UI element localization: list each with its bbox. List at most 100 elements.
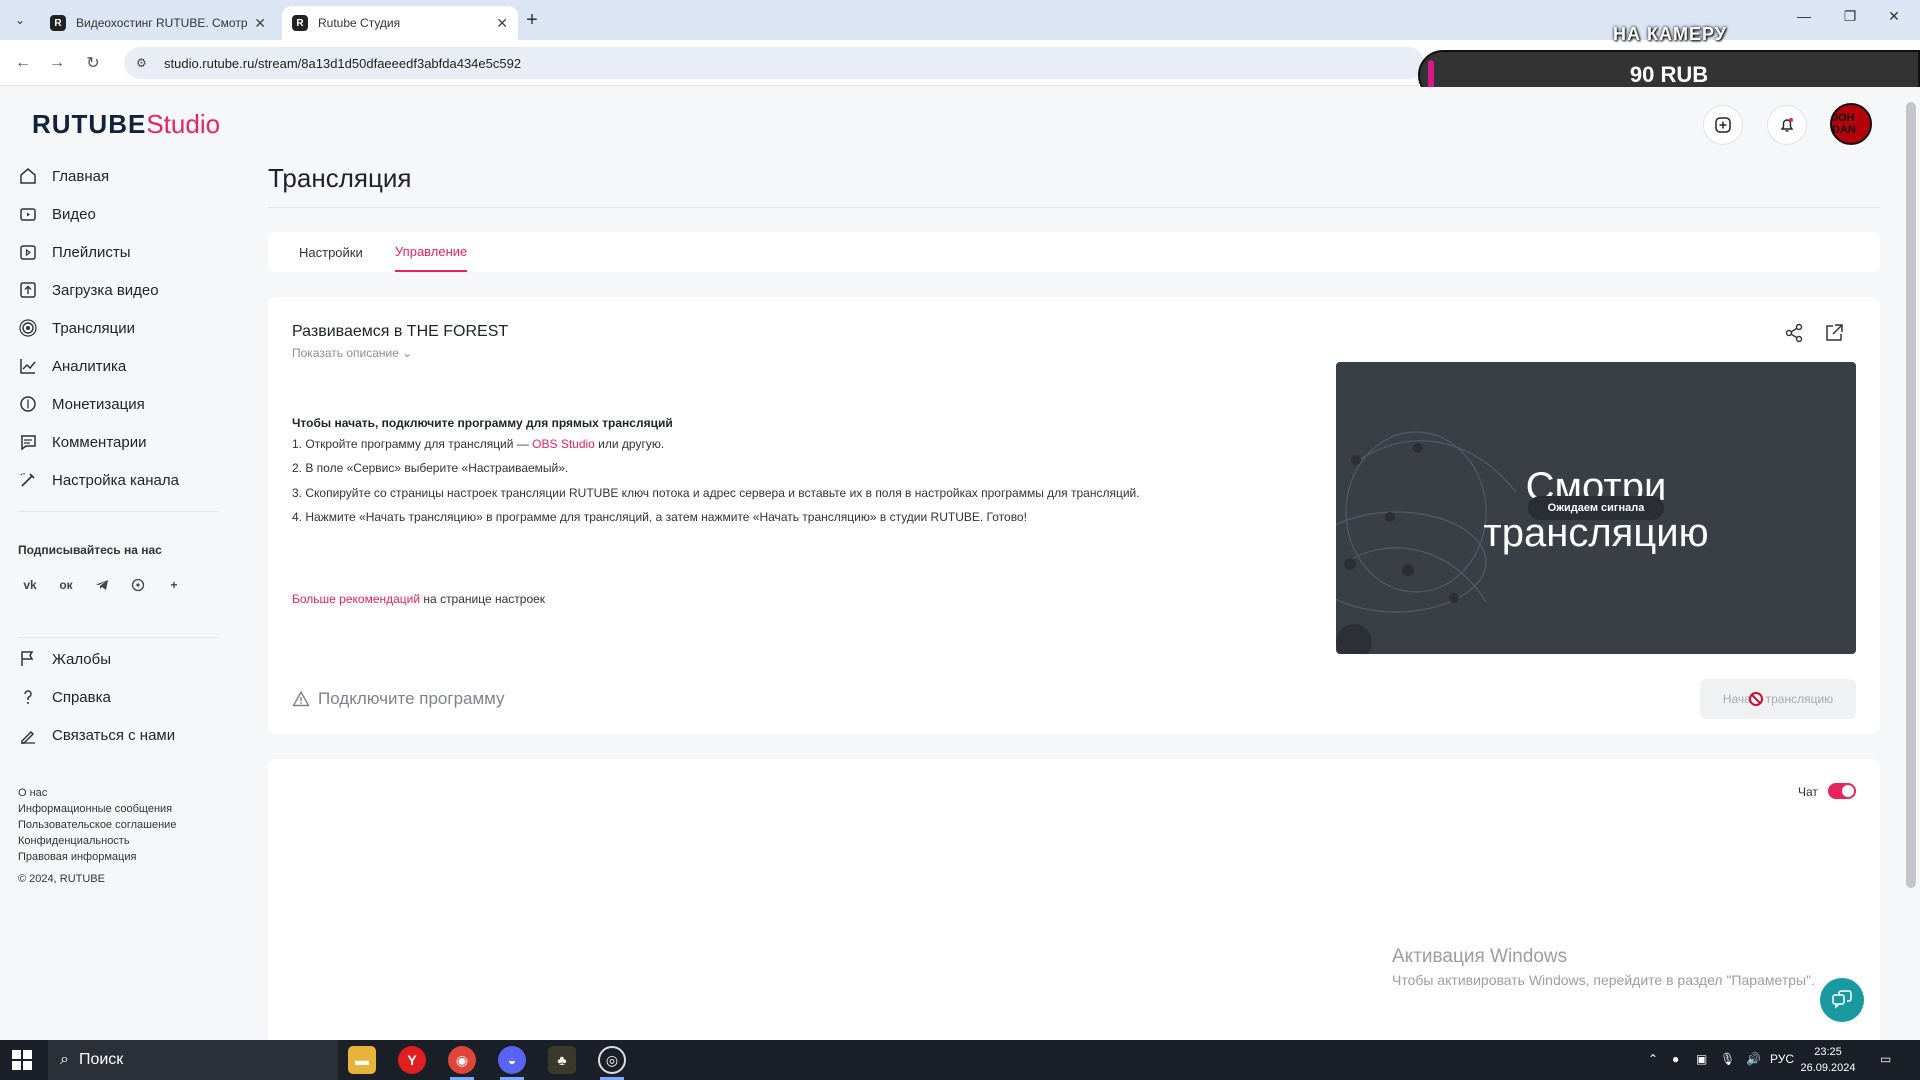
sidebar-item-label: Настройка канала — [52, 471, 179, 489]
sidebar-item-monetization[interactable]: Монетизация — [18, 385, 218, 423]
notification-center-icon[interactable]: ▭ — [1880, 1052, 1891, 1066]
telegram-icon[interactable] — [90, 573, 114, 597]
rutube-favicon-icon: R — [292, 15, 308, 31]
stream-preview[interactable]: Смотри трансляцию Ожидаем сигнала — [1336, 362, 1856, 654]
back-arrow-icon[interactable]: ← — [12, 52, 34, 74]
sidebar-item-help[interactable]: Справка — [18, 678, 218, 716]
tab-management[interactable]: Управление — [395, 232, 468, 272]
input-language[interactable]: РУС — [1770, 1052, 1794, 1066]
ok-icon[interactable]: ок — [54, 573, 78, 597]
footer-link-privacy[interactable]: Конфиденциальность — [18, 833, 176, 849]
sidebar-item-analytics[interactable]: Аналитика — [18, 347, 218, 385]
sidebar-item-label: Главная — [52, 167, 110, 185]
sidebar-item-complaints[interactable]: Жалобы — [18, 640, 218, 678]
sidebar-item-label: Жалобы — [52, 650, 111, 668]
clock-date: 26.09.2024 — [1800, 1062, 1856, 1074]
browser-tab-studio[interactable]: R Rutube Студия ✕ — [282, 6, 518, 40]
more-recommendations-link[interactable]: Больше рекомендаций — [292, 592, 420, 606]
plus-square-icon — [1715, 117, 1731, 133]
chat-label: Чат — [1798, 785, 1818, 799]
windows-taskbar: ⌕ Поиск ▬ Y ◉ ◒ ♣ ◎ ⌃ ● ▣ 🎙 🔊 РУС 23:25 … — [0, 1040, 1920, 1080]
sidebar-item-channel-settings[interactable]: Настройка канала — [18, 461, 218, 499]
microphone-icon[interactable]: 🎙 — [1720, 1052, 1735, 1066]
notifications-button[interactable] — [1767, 105, 1807, 145]
avatar-text: JOH DAN — [1832, 112, 1856, 136]
start-stream-button[interactable]: Начать трансляцию — [1700, 679, 1856, 719]
chat-toggle[interactable] — [1828, 783, 1856, 799]
file-explorer-icon[interactable]: ▬ — [348, 1046, 376, 1074]
chevron-down-icon: ⌄ — [14, 13, 26, 27]
external-link-icon[interactable] — [1823, 322, 1845, 344]
sidebar-item-comments[interactable]: Комментарии — [18, 423, 218, 461]
tab-search-button[interactable]: ⌄ — [8, 8, 32, 32]
playlist-icon — [20, 245, 36, 260]
sidebar-item-home[interactable]: Главная — [18, 157, 218, 195]
donation-caption: НА КАМЕРУ — [1613, 24, 1727, 44]
tray-chevron-icon[interactable]: ⌃ — [1648, 1052, 1658, 1066]
window-close-icon[interactable]: ✕ — [1882, 8, 1906, 25]
sidebar-item-video[interactable]: Видео — [18, 195, 218, 233]
stream-card: Развиваемся в THE FOREST Показать описан… — [268, 297, 1880, 734]
viber-glyph — [131, 578, 145, 592]
support-chat-button[interactable] — [1820, 978, 1864, 1022]
address-bar[interactable]: ⚙ studio.rutube.ru/stream/8a13d1d50dfaee… — [124, 47, 1424, 79]
instruction-step-1: 1. Откройте программу для трансляций — O… — [292, 437, 664, 451]
forward-arrow-icon[interactable]: → — [46, 52, 68, 74]
site-settings-icon[interactable]: ⚙ — [136, 56, 152, 70]
rutube-studio-logo[interactable]: RUTUBEStudio — [32, 109, 220, 140]
social-links: vk ок + — [18, 573, 186, 597]
tray-app-icon[interactable]: ● — [1672, 1052, 1679, 1066]
game-icon[interactable]: ♣ — [548, 1046, 576, 1074]
follow-title: Подписывайтесь на нас — [18, 543, 162, 557]
sidebar-item-label: Загрузка видео — [52, 281, 159, 299]
windows-start-icon[interactable] — [12, 1050, 32, 1070]
vk-icon[interactable]: vk — [18, 573, 42, 597]
obs-studio-link[interactable]: OBS Studio — [532, 437, 595, 451]
sidebar-item-upload[interactable]: Загрузка видео — [18, 271, 218, 309]
step1-prefix: 1. Откройте программу для трансляций — — [292, 437, 533, 451]
sidebar-item-playlists[interactable]: Плейлисты — [18, 233, 218, 271]
browser-tab-rutube[interactable]: R Видеохостинг RUTUBE. Смотрите ✕ — [40, 6, 276, 40]
close-icon[interactable]: ✕ — [254, 15, 266, 32]
footer-link-about[interactable]: О нас — [18, 785, 176, 801]
not-allowed-cursor-icon — [1749, 692, 1763, 706]
windows-activation-title: Активация Windows — [1392, 946, 1568, 967]
sidebar-secondary-nav: Жалобы Справка Связаться с нами — [18, 640, 218, 754]
reload-icon[interactable]: ↻ — [82, 52, 104, 74]
taskbar-search-placeholder: Поиск — [78, 1051, 124, 1068]
plus-icon[interactable]: + — [162, 573, 186, 597]
connect-status-label: Подключите программу — [318, 689, 505, 708]
upload-icon — [20, 282, 36, 298]
obs-studio-icon[interactable]: ◎ — [598, 1046, 626, 1074]
new-tab-button[interactable]: + — [520, 8, 544, 32]
taskbar-search[interactable]: ⌕ Поиск — [48, 1040, 338, 1080]
footer-link-legal[interactable]: Правовая информация — [18, 849, 176, 865]
footer-link-info[interactable]: Информационные сообщения — [18, 801, 176, 817]
viber-icon[interactable] — [126, 573, 150, 597]
sidebar-item-broadcasts[interactable]: Трансляции — [18, 309, 218, 347]
chrome-icon[interactable]: ◉ — [448, 1046, 476, 1074]
sidebar-divider — [18, 511, 218, 512]
footer-link-terms[interactable]: Пользовательское соглашение — [18, 817, 176, 833]
tray-network-icon[interactable]: ▣ — [1696, 1052, 1707, 1066]
taskbar-clock[interactable]: 23:25 26.09.2024 — [1800, 1044, 1856, 1076]
scrollbar-thumb[interactable] — [1906, 102, 1916, 888]
page-title: Трансляция — [268, 163, 412, 193]
analytics-icon — [20, 359, 36, 374]
upload-button[interactable] — [1703, 105, 1743, 145]
tab-settings[interactable]: Настройки — [299, 232, 363, 272]
discord-icon[interactable]: ◒ — [498, 1046, 526, 1074]
close-icon[interactable]: ✕ — [496, 15, 508, 32]
sidebar-item-label: Справка — [52, 688, 111, 706]
restore-icon[interactable]: ❐ — [1838, 8, 1862, 25]
instruction-step-3: 3. Скопируйте со страницы настроек транс… — [292, 486, 1140, 500]
sidebar-item-contact[interactable]: Связаться с нами — [18, 716, 218, 754]
sidebar-item-label: Видео — [52, 205, 96, 223]
comments-icon — [21, 435, 36, 451]
minimize-icon[interactable]: — — [1792, 8, 1816, 24]
avatar[interactable]: JOH DAN — [1830, 103, 1872, 145]
yandex-browser-icon[interactable]: Y — [398, 1046, 426, 1074]
share-icon[interactable] — [1783, 322, 1805, 344]
volume-icon[interactable]: 🔊 — [1746, 1052, 1761, 1066]
show-description-toggle[interactable]: Показать описание ⌄ — [292, 346, 412, 360]
